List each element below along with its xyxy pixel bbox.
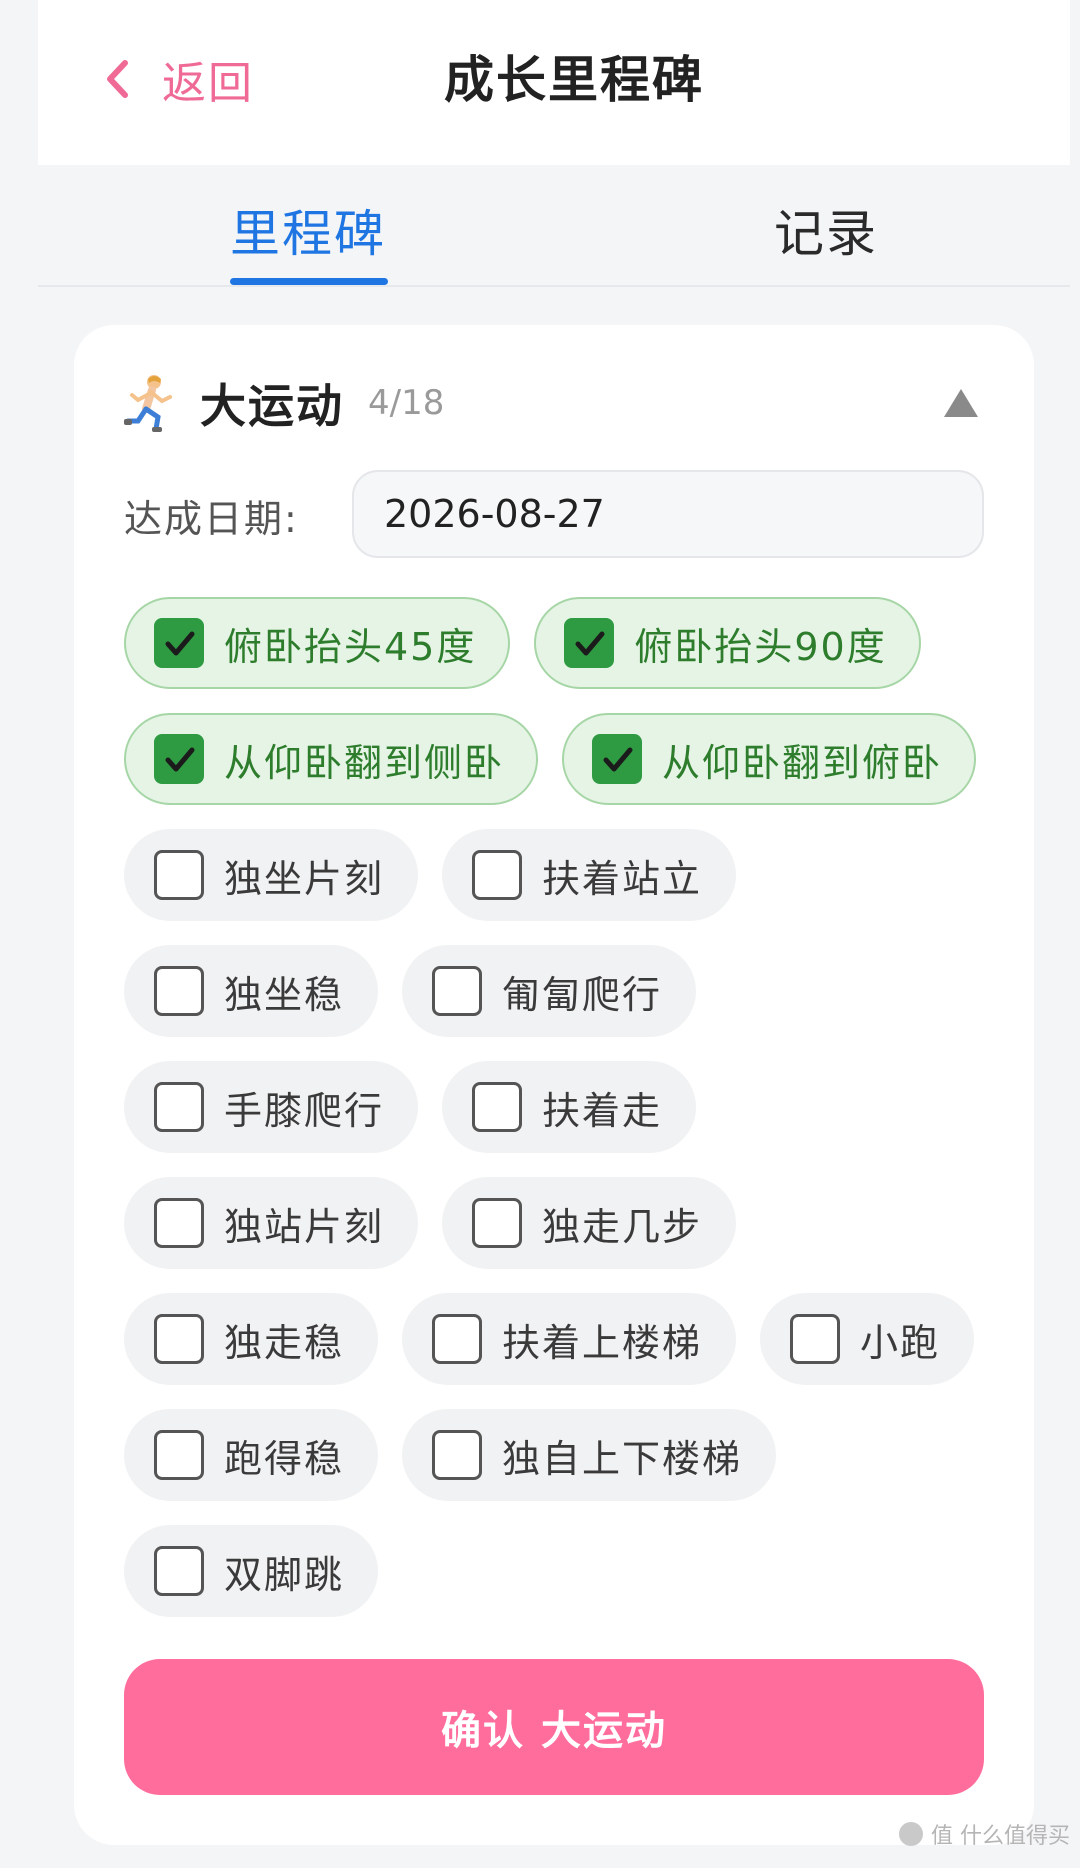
tab-records[interactable]: 记录 xyxy=(774,194,878,266)
date-label: 达成日期: xyxy=(124,497,299,541)
checkbox-empty-icon[interactable] xyxy=(154,1546,204,1596)
checkbox-empty-icon[interactable] xyxy=(472,850,523,900)
milestone-label: 独走稳 xyxy=(224,1320,345,1365)
milestone-row: 从仰卧翻到侧卧 从仰卧翻到俯卧 xyxy=(124,713,994,805)
checkbox-checked-icon[interactable] xyxy=(154,618,204,668)
checkbox-checked-icon[interactable] xyxy=(154,734,204,784)
milestone-label: 手膝爬行 xyxy=(224,1088,385,1133)
milestone-label: 从仰卧翻到侧卧 xyxy=(224,740,505,785)
milestone-chip[interactable]: 跑得稳 xyxy=(124,1409,379,1501)
checkbox-empty-icon[interactable] xyxy=(432,1430,483,1480)
date-input[interactable] xyxy=(352,470,984,558)
milestone-label: 俯卧抬头45度 xyxy=(224,624,477,669)
milestone-label: 跑得稳 xyxy=(224,1436,345,1481)
page-title: 成长里程碑 xyxy=(444,51,704,109)
checkbox-empty-icon[interactable] xyxy=(154,1314,204,1364)
milestone-label: 扶着走 xyxy=(542,1088,663,1133)
milestone-chip[interactable]: 从仰卧翻到侧卧 xyxy=(124,713,539,805)
checkbox-empty-icon[interactable] xyxy=(154,1082,204,1132)
date-row: 达成日期: xyxy=(124,470,984,558)
milestone-label: 独坐稳 xyxy=(224,972,345,1017)
milestone-label: 从仰卧翻到俯卧 xyxy=(662,740,943,785)
milestone-chip[interactable]: 从仰卧翻到俯卧 xyxy=(562,713,977,805)
milestone-row: 独坐稳 匍匐爬行 xyxy=(124,945,994,1037)
milestone-chip[interactable]: 扶着站立 xyxy=(442,829,737,921)
milestone-label: 独走几步 xyxy=(542,1204,703,1249)
active-tab-indicator xyxy=(230,278,388,285)
milestone-label: 双脚跳 xyxy=(224,1552,345,1597)
milestone-label: 小跑 xyxy=(860,1320,941,1365)
checkbox-empty-icon[interactable] xyxy=(472,1082,523,1132)
checkbox-checked-icon[interactable] xyxy=(564,618,615,668)
triangle-up-icon[interactable] xyxy=(942,387,980,419)
runner-icon xyxy=(124,373,176,433)
milestone-chip[interactable]: 独走几步 xyxy=(442,1177,737,1269)
milestone-list: 俯卧抬头45度 俯卧抬头90度从仰卧翻到侧卧 从仰卧翻到俯卧独坐片刻 扶着站立独坐稳 匍… xyxy=(124,597,994,1641)
checkbox-checked-icon[interactable] xyxy=(592,734,643,784)
milestone-chip[interactable]: 独站片刻 xyxy=(124,1177,419,1269)
category-title: 大运动 xyxy=(200,379,344,433)
milestone-chip[interactable]: 扶着走 xyxy=(442,1061,697,1153)
milestone-row: 独走稳 扶着上楼梯 小跑 xyxy=(124,1293,994,1385)
milestone-row: 俯卧抬头45度 俯卧抬头90度 xyxy=(124,597,994,689)
milestone-row: 独坐片刻 扶着站立 xyxy=(124,829,994,921)
header-bar: 返回 成长里程碑 xyxy=(38,0,1070,165)
milestone-chip[interactable]: 小跑 xyxy=(760,1293,975,1385)
milestone-label: 俯卧抬头90度 xyxy=(634,624,887,669)
checkbox-empty-icon[interactable] xyxy=(154,850,204,900)
milestone-chip[interactable]: 匍匐爬行 xyxy=(402,945,697,1037)
milestone-chip[interactable]: 独坐稳 xyxy=(124,945,379,1037)
checkbox-empty-icon[interactable] xyxy=(154,1430,204,1480)
milestone-chip[interactable]: 手膝爬行 xyxy=(124,1061,419,1153)
completion-count: 4/18 xyxy=(368,383,445,423)
milestone-row: 独站片刻 独走几步 xyxy=(124,1177,994,1269)
milestone-row: 双脚跳 xyxy=(124,1525,994,1617)
tab-milestones[interactable]: 里程碑 xyxy=(230,194,386,266)
milestone-label: 独站片刻 xyxy=(224,1204,385,1249)
milestone-chip[interactable]: 独走稳 xyxy=(124,1293,379,1385)
milestone-row: 手膝爬行 扶着走 xyxy=(124,1061,994,1153)
checkbox-empty-icon[interactable] xyxy=(790,1314,841,1364)
milestone-label: 独自上下楼梯 xyxy=(502,1436,743,1481)
tab-bar: 里程碑 记录 xyxy=(38,166,1070,287)
milestone-chip[interactable]: 独自上下楼梯 xyxy=(402,1409,777,1501)
milestone-chip[interactable]: 俯卧抬头90度 xyxy=(534,597,921,689)
watermark: 值 什么值得买 xyxy=(899,1818,1070,1850)
confirm-button[interactable]: 确认 大运动 xyxy=(124,1659,984,1795)
milestone-chip[interactable]: 扶着上楼梯 xyxy=(402,1293,737,1385)
milestone-row: 跑得稳 独自上下楼梯 xyxy=(124,1409,994,1501)
checkbox-empty-icon[interactable] xyxy=(472,1198,523,1248)
checkbox-empty-icon[interactable] xyxy=(154,966,204,1016)
checkbox-empty-icon[interactable] xyxy=(154,1198,204,1248)
milestone-label: 扶着站立 xyxy=(542,856,703,901)
milestone-label: 匍匐爬行 xyxy=(502,972,663,1017)
milestone-chip[interactable]: 双脚跳 xyxy=(124,1525,379,1617)
checkbox-empty-icon[interactable] xyxy=(432,966,483,1016)
milestone-label: 独坐片刻 xyxy=(224,856,385,901)
page: 返回 成长里程碑 里程碑 记录 大运动 4/18 达成日期: 2026-08-2… xyxy=(0,0,1080,1868)
watermark-logo-icon xyxy=(899,1822,923,1846)
checkbox-empty-icon[interactable] xyxy=(432,1314,483,1364)
milestone-chip[interactable]: 独坐片刻 xyxy=(124,829,419,921)
category-header: 大运动 4/18 xyxy=(124,373,444,433)
milestone-card: 大运动 4/18 达成日期: 俯卧抬头45度俯卧抬头90度从仰卧翻到侧卧从仰卧翻… xyxy=(74,325,1034,1845)
milestone-chip[interactable]: 俯卧抬头45度 xyxy=(124,597,511,689)
milestone-label: 扶着上楼梯 xyxy=(502,1320,703,1365)
watermark-text: 值 什么值得买 xyxy=(931,1824,1070,1849)
